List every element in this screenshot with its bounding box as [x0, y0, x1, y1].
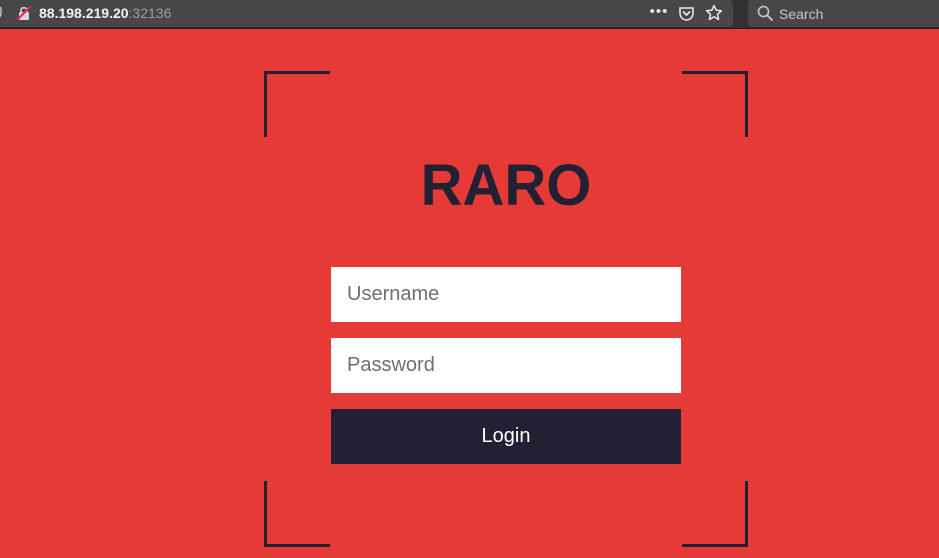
- browser-toolbar: 88.198.219.20:32136 ••• Search: [0, 0, 939, 29]
- insecure-lock-icon[interactable]: [16, 5, 32, 21]
- password-field[interactable]: [331, 338, 681, 393]
- address-bar[interactable]: 88.198.219.20:32136 •••: [0, 0, 733, 27]
- frame-corner-top-right: [682, 71, 748, 137]
- frame-corner-bottom-left: [264, 481, 330, 547]
- shield-icon[interactable]: [0, 6, 2, 20]
- search-box[interactable]: Search: [748, 0, 939, 27]
- url-host: 88.198.219.20: [39, 5, 129, 21]
- username-field[interactable]: [331, 267, 681, 322]
- url-port: :32136: [128, 5, 172, 21]
- login-button[interactable]: Login: [331, 409, 681, 464]
- star-icon[interactable]: [705, 4, 723, 22]
- url-text[interactable]: 88.198.219.20:32136: [39, 5, 171, 22]
- search-placeholder: Search: [779, 6, 824, 22]
- frame-corner-bottom-right: [682, 481, 748, 547]
- search-icon: [757, 5, 773, 21]
- more-icon[interactable]: •••: [649, 4, 669, 21]
- frame-corner-top-left: [264, 71, 330, 137]
- brand-title: RARO: [420, 153, 592, 218]
- pocket-icon[interactable]: [678, 5, 695, 22]
